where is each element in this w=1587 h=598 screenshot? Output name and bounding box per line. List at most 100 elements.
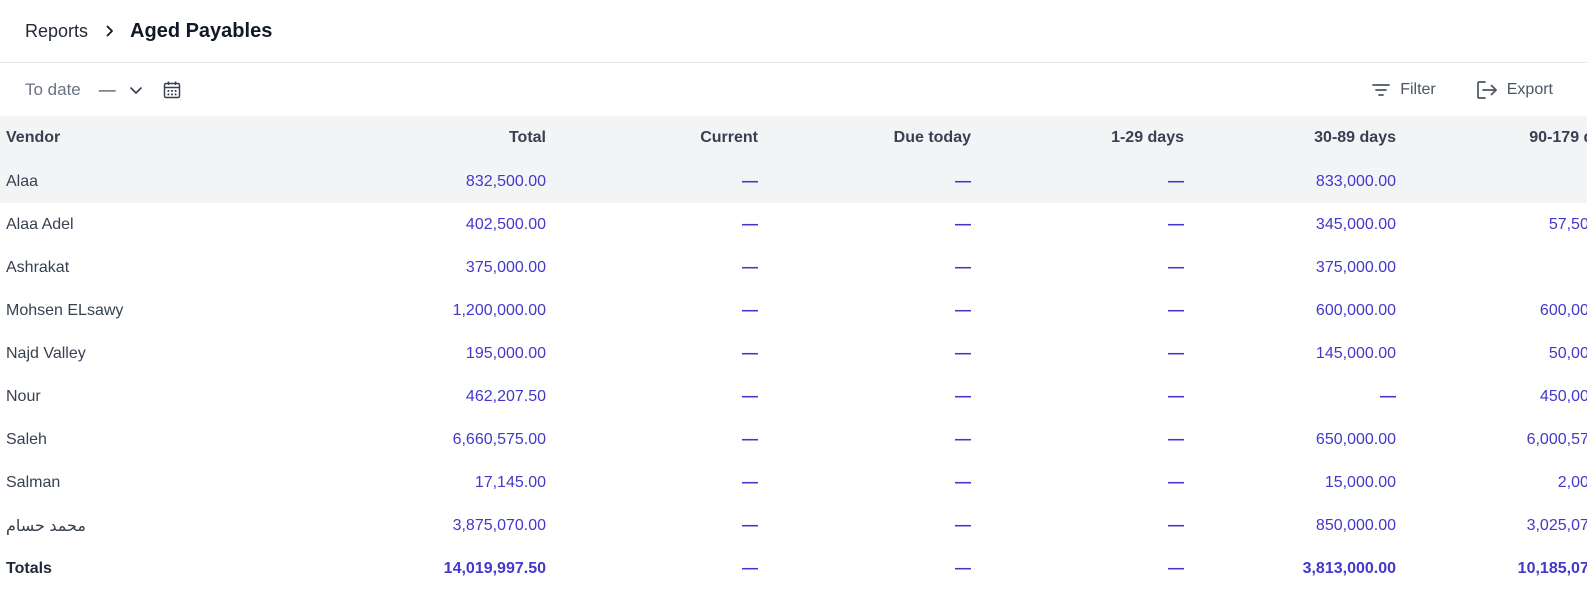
amount-cell[interactable]: — bbox=[546, 418, 758, 461]
filter-icon bbox=[1372, 83, 1391, 96]
amount-cell[interactable]: 6,660,575.00 bbox=[340, 418, 546, 461]
amount-cell[interactable]: 14,019,997.50 bbox=[340, 547, 546, 590]
amount-cell[interactable]: 17,145.00 bbox=[340, 461, 546, 504]
amount-cell[interactable]: — bbox=[546, 547, 758, 590]
vendor-cell: Saleh bbox=[6, 430, 47, 448]
amount-cell[interactable]: — bbox=[546, 332, 758, 375]
amount-cell[interactable]: — bbox=[758, 246, 971, 289]
vendor-cell: Alaa Adel bbox=[6, 215, 74, 233]
amount-cell[interactable]: 402,500.00 bbox=[340, 203, 546, 246]
amount-cell[interactable]: — bbox=[1184, 375, 1396, 418]
amount-cell[interactable]: — bbox=[971, 547, 1184, 590]
toolbar-actions: Filter Export bbox=[1331, 63, 1553, 116]
amount-cell[interactable]: — bbox=[971, 246, 1184, 289]
table-header-row: Vendor Total Current Due today 1-29 days 30-8… bbox=[0, 116, 1587, 160]
amount-cell[interactable]: — bbox=[546, 246, 758, 289]
breadcrumb-reports[interactable]: Reports bbox=[25, 21, 88, 42]
amount-cell[interactable]: — bbox=[546, 461, 758, 504]
filter-label: Filter bbox=[1400, 80, 1436, 98]
column-header: Total bbox=[508, 129, 546, 146]
amount-cell[interactable]: 50,000.00 bbox=[1396, 332, 1587, 375]
amount-cell[interactable]: 345,000.00 bbox=[1184, 203, 1396, 246]
amount-cell[interactable]: 3,813,000.00 bbox=[1184, 547, 1396, 590]
amount-cell[interactable]: 1,200,000.00 bbox=[340, 289, 546, 332]
totals-row[interactable]: Totals 14,019,997.50— — —3,813,000.00 10,185… bbox=[0, 547, 1587, 590]
amount-cell[interactable]: 15,000.00 bbox=[1184, 461, 1396, 504]
table-body: Alaa 832,500.00— — —833,000.00 Alaa Adel 402,… bbox=[0, 160, 1587, 590]
column-header: 30-89 days bbox=[1314, 129, 1396, 146]
date-value[interactable]: — bbox=[99, 80, 116, 100]
amount-cell[interactable]: — bbox=[971, 504, 1184, 547]
amount-cell[interactable]: — bbox=[758, 547, 971, 590]
vendor-cell: Alaa bbox=[6, 172, 39, 190]
chevron-down-icon[interactable] bbox=[128, 82, 144, 98]
amount-cell[interactable]: 3,025,070.00 bbox=[1396, 504, 1587, 547]
table-row[interactable]: Ashrakat 375,000.00— — —375,000.00 bbox=[0, 246, 1587, 289]
amount-cell[interactable]: 650,000.00 bbox=[1184, 418, 1396, 461]
amount-cell[interactable]: 600,000.00 bbox=[1184, 289, 1396, 332]
amount-cell[interactable]: — bbox=[758, 418, 971, 461]
amount-cell[interactable]: — bbox=[546, 289, 758, 332]
amount-cell[interactable]: 145,000.00 bbox=[1184, 332, 1396, 375]
export-button[interactable]: Export bbox=[1476, 80, 1553, 100]
date-label: To date bbox=[25, 79, 81, 99]
amount-cell[interactable]: — bbox=[546, 504, 758, 547]
table-row[interactable]: Saleh6,660,575.00———650,000.006,000,575.… bbox=[0, 418, 1587, 461]
column-header: Current bbox=[700, 129, 758, 146]
aged-payables-table: Vendor Total Current Due today 1-29 days 30-8… bbox=[0, 116, 1587, 590]
amount-cell[interactable]: 462,207.50 bbox=[340, 375, 546, 418]
amount-cell[interactable]: — bbox=[546, 160, 758, 203]
chevron-right-icon bbox=[104, 25, 116, 37]
amount-cell[interactable]: 832,500.00 bbox=[340, 160, 546, 203]
amount-cell[interactable]: — bbox=[758, 461, 971, 504]
filter-button[interactable]: Filter bbox=[1371, 81, 1436, 99]
amount-cell[interactable]: 57,500.00 bbox=[1396, 203, 1587, 246]
amount-cell[interactable] bbox=[1396, 246, 1587, 289]
amount-cell[interactable] bbox=[1396, 160, 1587, 203]
calendar-icon[interactable] bbox=[162, 80, 182, 100]
amount-cell[interactable]: 375,000.00 bbox=[1184, 246, 1396, 289]
amount-cell[interactable]: 10,185,070.00 bbox=[1396, 547, 1587, 590]
amount-cell[interactable]: 2,000.00 bbox=[1396, 461, 1587, 504]
table-row[interactable]: Salman17,145.00———15,000.002,000.00 bbox=[0, 461, 1587, 504]
amount-cell[interactable]: 450,000.00 bbox=[1396, 375, 1587, 418]
amount-cell[interactable]: 833,000.00 bbox=[1184, 160, 1396, 203]
amount-cell[interactable]: — bbox=[971, 332, 1184, 375]
vendor-cell: Mohsen ELsawy bbox=[6, 301, 124, 319]
amount-cell[interactable]: — bbox=[546, 375, 758, 418]
table-row[interactable]: Mohsen ELsawy 1,200,000.00— — —600,000.00 60… bbox=[0, 289, 1587, 332]
table-row[interactable]: Nour462,207.50————450,000.00 bbox=[0, 375, 1587, 418]
table-row[interactable]: محمد حسام 3,875,070.00— — —850,000.00 3,025,… bbox=[0, 504, 1587, 547]
export-icon bbox=[1476, 80, 1497, 99]
amount-cell[interactable]: — bbox=[758, 375, 971, 418]
table-row[interactable]: Najd Valley195,000.00———145,000.0050,000… bbox=[0, 332, 1587, 375]
amount-cell[interactable]: — bbox=[971, 418, 1184, 461]
amount-cell[interactable]: — bbox=[758, 504, 971, 547]
amount-cell[interactable]: — bbox=[971, 375, 1184, 418]
amount-cell[interactable]: — bbox=[758, 203, 971, 246]
amount-cell[interactable]: — bbox=[971, 203, 1184, 246]
amount-cell[interactable]: 600,000.00 bbox=[1396, 289, 1587, 332]
vendor-cell: Nour bbox=[6, 387, 41, 405]
amount-cell[interactable]: 6,000,575.00 bbox=[1396, 418, 1587, 461]
vendor-cell: Najd Valley bbox=[6, 344, 86, 362]
export-label: Export bbox=[1506, 80, 1553, 98]
page-header: Reports Aged Payables bbox=[0, 0, 1587, 63]
amount-cell[interactable]: — bbox=[758, 160, 971, 203]
table-row[interactable]: Alaa Adel402,500.00———345,000.0057,500.0… bbox=[0, 203, 1587, 246]
amount-cell[interactable]: — bbox=[971, 289, 1184, 332]
column-header: Vendor bbox=[6, 129, 61, 146]
amount-cell[interactable]: — bbox=[758, 289, 971, 332]
amount-cell[interactable]: 195,000.00 bbox=[340, 332, 546, 375]
amount-cell[interactable]: 850,000.00 bbox=[1184, 504, 1396, 547]
amount-cell[interactable]: 375,000.00 bbox=[340, 246, 546, 289]
amount-cell[interactable]: — bbox=[971, 461, 1184, 504]
vendor-cell: Ashrakat bbox=[6, 258, 70, 276]
amount-cell[interactable]: 3,875,070.00 bbox=[340, 504, 546, 547]
amount-cell[interactable]: — bbox=[971, 160, 1184, 203]
table-row[interactable]: Alaa 832,500.00— — —833,000.00 bbox=[0, 160, 1587, 203]
page-title: Aged Payables bbox=[130, 19, 273, 42]
column-header: Due today bbox=[893, 129, 971, 146]
amount-cell[interactable]: — bbox=[546, 203, 758, 246]
amount-cell[interactable]: — bbox=[758, 332, 971, 375]
